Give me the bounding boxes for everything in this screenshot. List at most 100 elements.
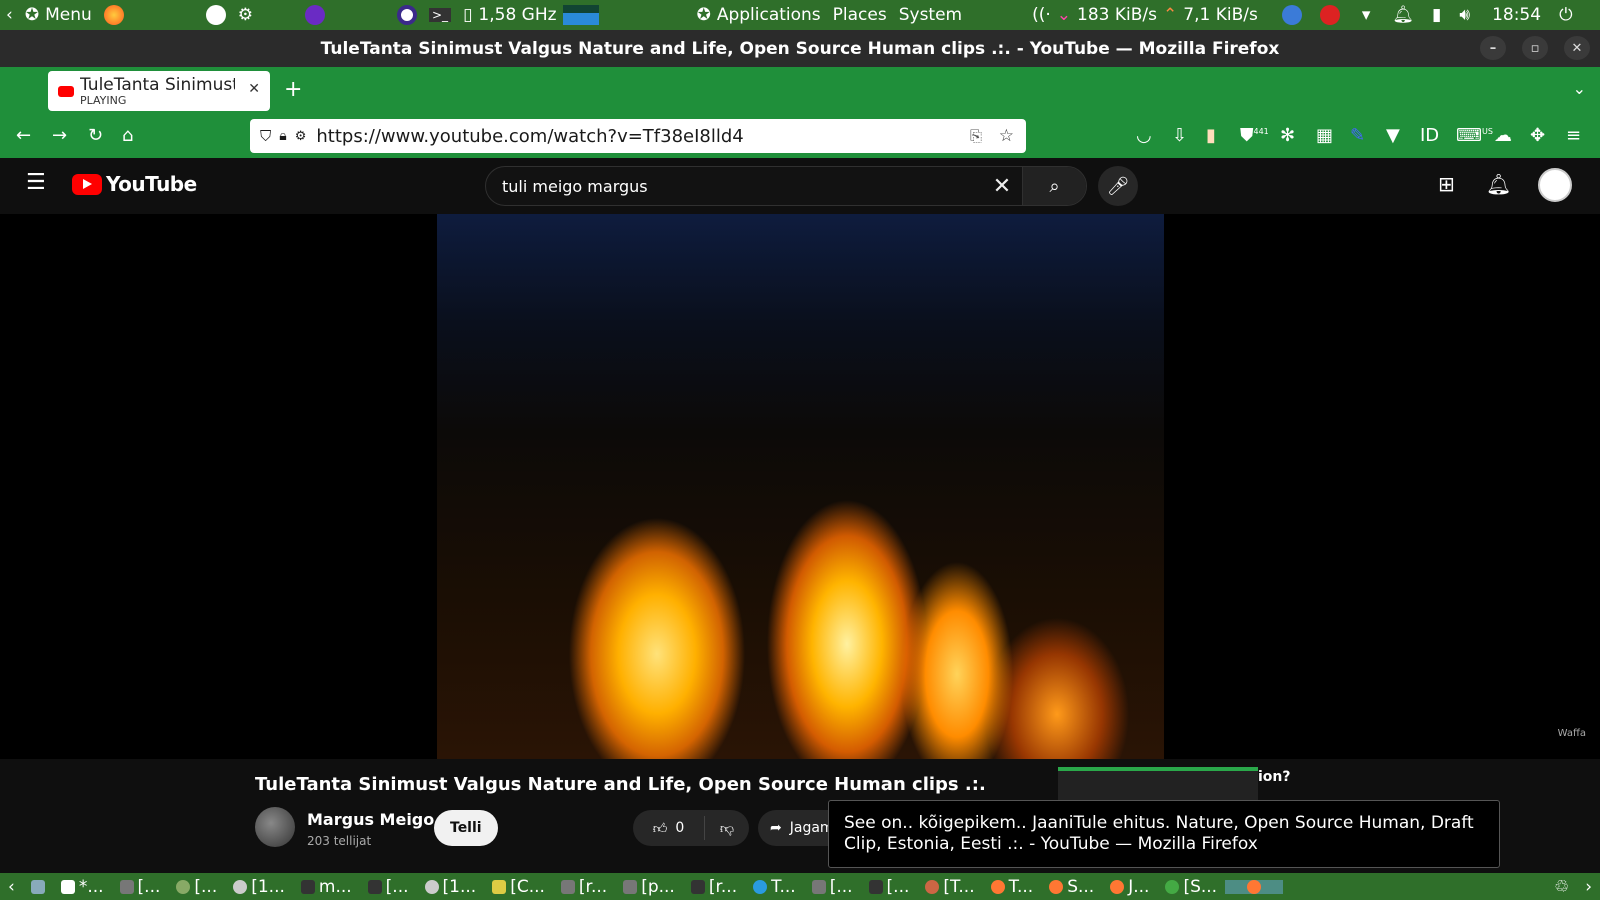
- minimize-button[interactable]: –: [1480, 36, 1506, 60]
- menu-label: Menu: [45, 5, 92, 25]
- launcher-gears[interactable]: ⚙: [232, 5, 259, 25]
- tab-youtube[interactable]: TuleTanta Sinimust Valgus PLAYING ✕: [48, 71, 270, 111]
- notifications-bell-icon[interactable]: 🔔︎: [1486, 172, 1511, 196]
- youtube-logo[interactable]: YouTube: [72, 172, 197, 196]
- taskbar-item[interactable]: T...: [745, 877, 804, 897]
- taskbar-left-arrow[interactable]: ‹: [0, 877, 23, 897]
- tab-title: TuleTanta Sinimust Valgus: [80, 75, 235, 94]
- bookmark-star-icon[interactable]: ☆: [999, 126, 1014, 146]
- voice-search-button[interactable]: 🎤︎: [1098, 166, 1138, 206]
- taskbar-item[interactable]: T...: [983, 877, 1042, 897]
- taskbar-item[interactable]: [r...: [553, 877, 615, 897]
- firefox-icon: [1110, 879, 1125, 894]
- system-menu[interactable]: System: [893, 5, 968, 25]
- taskbar-right-arrow[interactable]: ›: [1577, 877, 1600, 897]
- taskbar-item[interactable]: [r...: [683, 877, 745, 897]
- back-icon[interactable]: ←: [16, 125, 31, 146]
- extension-icon-2[interactable]: ✻: [1280, 125, 1295, 146]
- url-bar[interactable]: ⛉ 🔒︎ ⚙ https://www.youtube.com/watch?v=T…: [250, 119, 1026, 153]
- tray-app-2[interactable]: [1314, 5, 1346, 25]
- firefox-view-icon[interactable]: [14, 80, 34, 100]
- extensions-puzzle-icon[interactable]: ✥: [1530, 125, 1545, 146]
- terminal-icon: [868, 879, 883, 894]
- taskbar-item-active-firefox[interactable]: [1225, 879, 1284, 894]
- clear-search-icon[interactable]: ✕: [982, 174, 1022, 199]
- home-icon[interactable]: ⌂: [122, 125, 133, 146]
- search-button[interactable]: ⌕: [1022, 167, 1086, 205]
- channel-name[interactable]: Margus Meigo: [307, 810, 434, 829]
- create-video-icon[interactable]: ⊞: [1438, 172, 1455, 196]
- taskbar-item[interactable]: S...: [1041, 877, 1102, 897]
- taskbar-item[interactable]: [...: [360, 877, 417, 897]
- places-menu[interactable]: Places: [827, 5, 893, 25]
- dislike-button[interactable]: 👎︎: [705, 820, 749, 837]
- extension-icon-6[interactable]: ID: [1420, 125, 1439, 146]
- window-titlebar[interactable]: TuleTanta Sinimust Valgus Nature and Lif…: [0, 30, 1600, 67]
- show-desktop-button[interactable]: [23, 879, 53, 894]
- tray-wifi[interactable]: ▾: [1356, 5, 1377, 25]
- ublock-icon[interactable]: ⛊441: [1240, 125, 1269, 146]
- panel-left-arrow[interactable]: ‹: [0, 5, 19, 25]
- taskbar-item[interactable]: [...: [168, 877, 225, 897]
- tab-close-icon[interactable]: ✕: [248, 81, 260, 97]
- translate-icon[interactable]: ⎘: [970, 127, 982, 145]
- channel-watermark[interactable]: Waffa: [1558, 728, 1586, 739]
- trash-icon: ♲: [1553, 876, 1570, 897]
- window-icon: [811, 879, 826, 894]
- taskbar-item[interactable]: [...: [804, 877, 861, 897]
- clock[interactable]: 18:54: [1486, 5, 1547, 25]
- menu-button[interactable]: ✪ Menu: [19, 5, 98, 25]
- youtube-header: ☰ YouTube ✕ ⌕ 🎤︎ ⊞ 🔔︎: [0, 158, 1600, 214]
- pocket-icon[interactable]: ◡: [1136, 125, 1152, 146]
- firefox-icon: [990, 879, 1005, 894]
- red-record-icon: [1319, 5, 1340, 25]
- hamburger-menu-icon[interactable]: ☰: [26, 170, 46, 195]
- close-window-button[interactable]: ✕: [1564, 36, 1590, 60]
- launcher-opera[interactable]: [391, 5, 423, 25]
- taskbar-item[interactable]: [S...: [1157, 877, 1225, 897]
- extension-icon-3[interactable]: ▦: [1316, 125, 1333, 146]
- extension-icon-4[interactable]: ✎: [1350, 125, 1365, 146]
- taskbar-item[interactable]: [1...: [417, 877, 485, 897]
- reload-icon[interactable]: ↻: [88, 125, 103, 146]
- extension-note-icon[interactable]: ▮: [1206, 125, 1216, 146]
- tray-app-1[interactable]: [1276, 5, 1308, 25]
- tray-battery[interactable]: ▮: [1426, 5, 1447, 25]
- taskbar-item[interactable]: J...: [1102, 877, 1157, 897]
- trash-button[interactable]: ♲: [1546, 877, 1577, 897]
- downloads-icon[interactable]: ⇩: [1172, 125, 1187, 146]
- launcher-podcast[interactable]: [299, 5, 331, 25]
- taskbar-item[interactable]: [C...: [484, 877, 553, 897]
- power-button[interactable]: ⏻: [1553, 5, 1578, 25]
- channel-avatar[interactable]: [255, 807, 295, 847]
- app-menu-icon[interactable]: ≡: [1566, 125, 1581, 146]
- extension-icon-8[interactable]: ☁: [1494, 125, 1512, 146]
- window-icon: [623, 879, 638, 894]
- subscribe-button[interactable]: Telli: [434, 810, 498, 846]
- list-tabs-icon[interactable]: ⌄: [1573, 79, 1586, 98]
- firefox-launcher[interactable]: [98, 5, 130, 25]
- account-avatar[interactable]: [1538, 168, 1572, 202]
- tray-notifications[interactable]: 🔔︎: [1386, 5, 1420, 25]
- taskbar-item[interactable]: *...: [53, 877, 112, 897]
- taskbar-item[interactable]: m...: [293, 877, 360, 897]
- video-player[interactable]: Waffa: [0, 214, 1600, 759]
- taskbar-item[interactable]: [...: [112, 877, 169, 897]
- taskbar-item[interactable]: [T...: [917, 877, 982, 897]
- extension-icon-7[interactable]: ⌨US: [1456, 125, 1493, 146]
- search-input[interactable]: [486, 176, 982, 196]
- like-button[interactable]: 👍︎ 0: [633, 816, 705, 840]
- taskbar-item[interactable]: [1...: [225, 877, 293, 897]
- taskbar-item[interactable]: [p...: [615, 877, 683, 897]
- launcher-terminal[interactable]: >_: [423, 8, 457, 22]
- video-frame[interactable]: [437, 214, 1164, 759]
- new-tab-icon[interactable]: +: [284, 77, 302, 102]
- taskbar-item[interactable]: [...: [861, 877, 918, 897]
- applications-menu[interactable]: ✪ Applications: [691, 5, 827, 25]
- maximize-button[interactable]: ▫: [1522, 36, 1548, 60]
- forward-icon[interactable]: →: [52, 125, 67, 146]
- tray-volume[interactable]: 🔊︎: [1453, 5, 1476, 25]
- close-icon: ✕: [1571, 40, 1583, 56]
- launcher-a[interactable]: [200, 5, 232, 25]
- extension-icon-5[interactable]: ▼: [1386, 125, 1400, 146]
